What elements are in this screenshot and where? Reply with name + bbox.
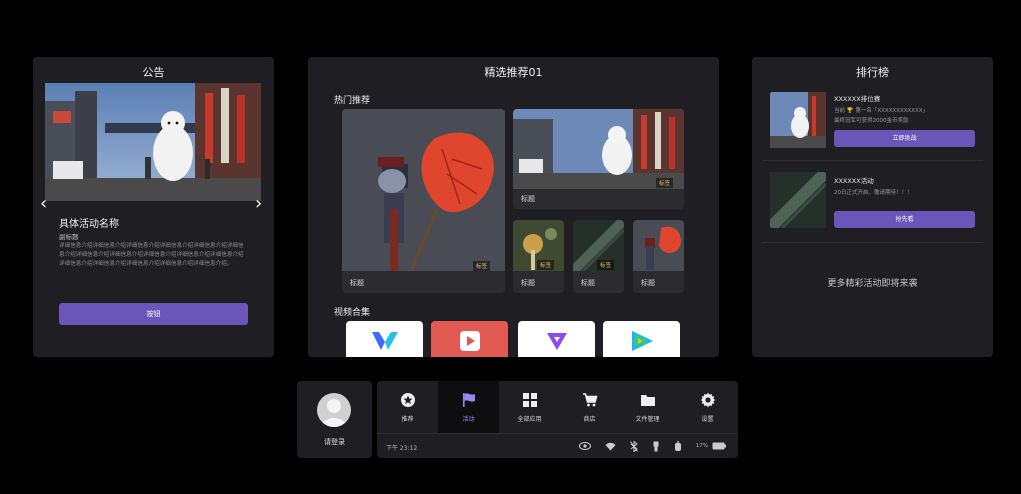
tab-label: 全部应用 [517,416,542,423]
login-label[interactable]: 请登录 [297,437,372,447]
video-app-tile[interactable] [431,321,508,357]
triangle-play-icon [546,333,567,350]
notice-title: 公告 [142,66,165,79]
rank-item-line: 最终冠军可获得2000金币奖励 [834,118,909,124]
card-tag: 标签 [473,261,491,271]
tab-label: 商店 [583,416,596,423]
divider [762,160,983,161]
tab-label: 设置 [701,416,714,423]
gamepad-icon [674,440,681,451]
tab-label: 活动 [462,416,475,423]
dock-bar: 推荐 活动 全部应用 商店 文件管理 设置 下午 23:12 17% [377,381,738,458]
hot-card-small[interactable]: 标签 标题 [573,220,624,293]
featured-title: 精选推荐01 [484,66,543,79]
event-name: 具体活动名称 [59,219,119,230]
preview-button[interactable]: 抢先看 [834,211,975,228]
flower-figure-image [342,109,505,271]
event-subtitle: 副标题 [59,233,79,241]
tencent-video-icon [631,331,653,351]
tab-events[interactable]: 活动 [438,381,499,433]
usb-icon [653,441,659,451]
more-events-text: 更多精彩活动即将来袭 [827,279,918,289]
cart-icon [582,393,598,407]
grid-icon [522,393,537,407]
tab-settings[interactable]: 设置 [677,381,738,433]
rank-item-name: XXXXXX排位赛 [834,95,881,103]
video-app-tile[interactable] [603,321,680,357]
bluetooth-off-icon [629,440,638,452]
tab-recommend[interactable]: 推荐 [377,381,438,433]
card-title: 标题 [581,279,595,287]
video-app-tile[interactable] [346,321,423,357]
card-title: 标题 [641,279,655,287]
notice-action-button[interactable]: 按钮 [59,303,248,325]
gear-icon [700,392,715,408]
rank-item-line: 当前 🏆 第一名「XXXXXXXXXXXX」 [834,108,929,114]
tab-store[interactable]: 商店 [559,381,620,433]
hot-section-label: 热门推荐 [334,96,371,106]
carousel-next-arrow[interactable]: › [255,193,262,214]
card-tag: 标签 [537,260,555,270]
card-title: 标题 [521,195,535,203]
rank-item-name: XXXXXX活动 [834,177,874,185]
wifi-icon [605,442,616,450]
notice-panel: 公告 ‹ › 具体活动名称 副标题 详细信息介绍详细信息介绍详细信息介绍详细信息… [33,57,274,357]
video-section-label: 视频合集 [334,308,371,318]
battery-icon [712,442,726,450]
divider [762,242,983,243]
tab-label: 文件管理 [635,416,660,423]
rank-item-thumbnail[interactable] [770,172,826,228]
rank-item-thumbnail[interactable] [770,92,826,148]
tab-file-manager[interactable]: 文件管理 [617,381,678,433]
card-title: 标题 [350,279,364,287]
flower-figure-image [633,220,684,271]
card-title: 标题 [521,279,535,287]
avatar[interactable] [317,393,351,427]
tab-label: 推荐 [401,416,414,423]
featured-panel: 精选推荐01 热门推荐 标签 标题 标签 标题 标签 标题 标签 标题 标题 视… [308,57,719,357]
ranking-title: 排行榜 [856,66,889,79]
battery-percent: 17% [695,443,708,449]
notice-banner-image[interactable] [45,83,261,201]
eye-icon [578,442,591,450]
rank-item-line: 20日正式开启，敬请期待！！！ [834,190,913,196]
star-badge-icon [400,393,415,407]
tab-all-apps[interactable]: 全部应用 [499,381,560,433]
hot-card-small[interactable]: 标签 标题 [513,220,564,293]
flag-icon [462,393,475,407]
card-tag: 标签 [656,178,674,188]
carousel-prev-arrow[interactable]: ‹ [40,193,47,214]
ranking-panel: 排行榜 XXXXXX排位赛 当前 🏆 第一名「XXXXXXXXXXXX」 最终冠… [752,57,993,357]
hot-card-small[interactable]: 标题 [633,220,684,293]
v-logo-icon [371,332,398,350]
login-box: 请登录 [297,381,372,458]
event-detail: 详细信息介绍详细信息介绍详细信息介绍详细信息介绍详细信息介绍详细信息介绍详细信息… [59,243,244,267]
status-time: 下午 23:12 [386,445,418,452]
hot-card-wide[interactable]: 标签 标题 [513,109,684,209]
challenge-button[interactable]: 立即挑战 [834,130,975,147]
hot-card-large[interactable]: 标签 标题 [342,109,505,293]
card-tag: 标签 [597,260,615,270]
folder-icon [640,395,655,406]
video-app-tile[interactable] [518,321,595,357]
play-icon [459,331,480,351]
street-scene-image [513,109,684,189]
status-icons: 17% [578,440,726,452]
status-bar: 下午 23:12 17% [377,433,738,458]
